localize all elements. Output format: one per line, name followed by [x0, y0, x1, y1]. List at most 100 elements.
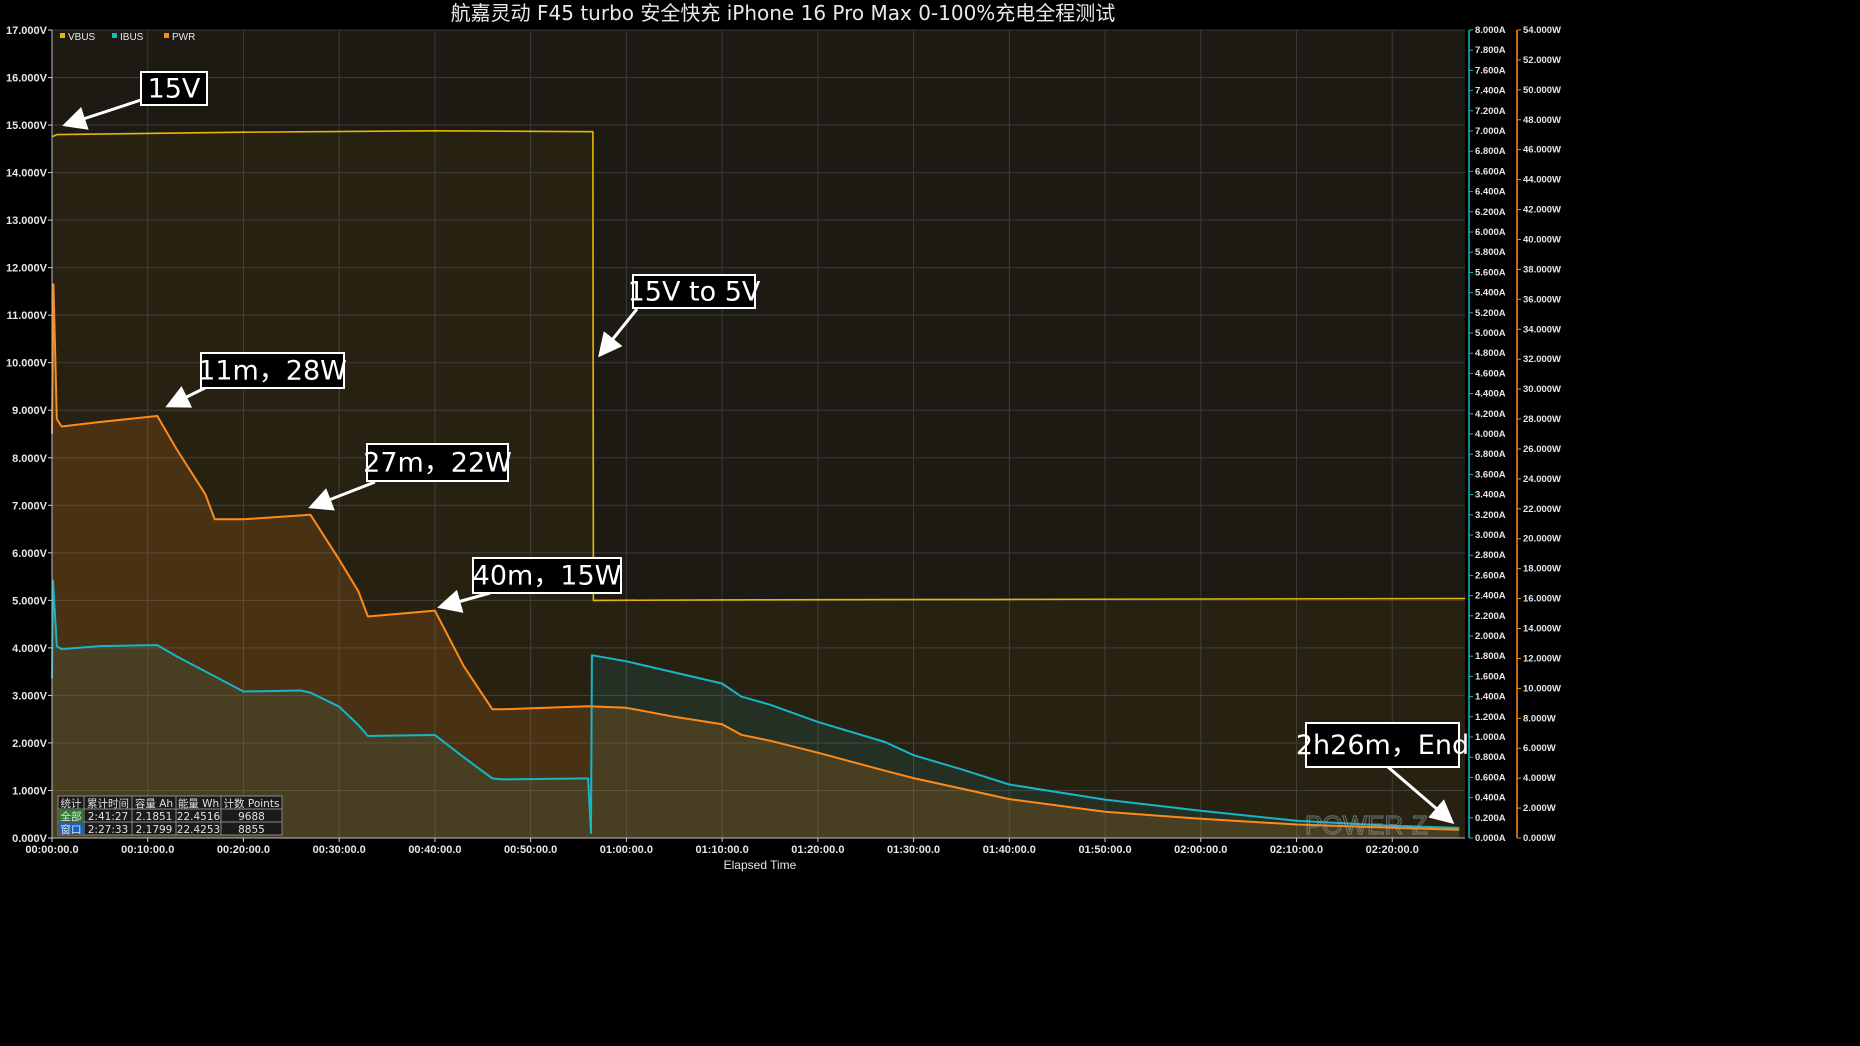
- y-right-current-tick-label: 7.200A: [1475, 106, 1506, 117]
- y-right-current-tick-label: 6.200A: [1475, 207, 1506, 218]
- x-tick-label: 00:50:00.0: [504, 844, 557, 856]
- y-right-current-tick-label: 5.400A: [1475, 288, 1506, 299]
- x-tick-label: 01:10:00.0: [696, 844, 749, 856]
- x-tick-label: 01:30:00.0: [887, 844, 940, 856]
- stats-cell: 8855: [238, 824, 265, 836]
- stats-header-cell: 计数 Points: [224, 797, 280, 810]
- annotation-label: 40m，15W: [473, 561, 622, 592]
- y-right-power-tick-label: 34.000W: [1523, 324, 1561, 335]
- y-right-power-tick-label: 14.000W: [1523, 624, 1561, 635]
- y-right-current-tick-label: 2.000A: [1475, 631, 1506, 642]
- legend-swatch-ibus: [112, 33, 117, 38]
- y-right-power-tick-label: 38.000W: [1523, 264, 1561, 275]
- y-right-current-tick-label: 6.000A: [1475, 227, 1506, 238]
- y-right-current-tick-label: 7.600A: [1475, 65, 1506, 76]
- y-left-tick-label: 1.000V: [12, 785, 48, 797]
- stats-cell: 9688: [238, 811, 265, 823]
- legend-label-ibus: IBUS: [120, 32, 144, 43]
- y-left-tick-label: 9.000V: [12, 405, 48, 417]
- y-right-power-tick-label: 44.000W: [1523, 175, 1561, 186]
- y-left-tick-label: 17.000V: [6, 25, 48, 37]
- y-left-tick-label: 15.000V: [6, 120, 48, 132]
- y-right-power-tick-label: 52.000W: [1523, 55, 1561, 66]
- y-right-current-tick-label: 0.600A: [1475, 772, 1506, 783]
- y-right-current-tick-label: 4.000A: [1475, 429, 1506, 440]
- legend-label-vbus: VBUS: [68, 32, 96, 43]
- y-left-tick-label: 13.000V: [6, 215, 48, 227]
- y-right-power-tick-label: 50.000W: [1523, 85, 1561, 96]
- y-right-current-tick-label: 4.200A: [1475, 409, 1506, 420]
- watermark-logo: POWER-Z: [1305, 810, 1428, 840]
- y-right-current-tick-label: 4.600A: [1475, 368, 1506, 379]
- y-right-current-tick-label: 2.800A: [1475, 550, 1506, 561]
- y-right-current-tick-label: 0.800A: [1475, 752, 1506, 763]
- annotation-label: 11m，28W: [198, 356, 347, 387]
- y-right-power-tick-label: 46.000W: [1523, 145, 1561, 156]
- y-right-power-tick-label: 20.000W: [1523, 534, 1561, 545]
- y-right-current-tick-label: 3.600A: [1475, 469, 1506, 480]
- y-left-tick-label: 5.000V: [12, 595, 48, 607]
- stats-cell: 2:27:33: [88, 824, 128, 836]
- y-right-current-tick-label: 8.000A: [1475, 25, 1506, 36]
- y-right-current-tick-label: 3.000A: [1475, 530, 1506, 541]
- annotation-label: 15V to 5V: [628, 277, 761, 308]
- y-right-power-tick-label: 18.000W: [1523, 564, 1561, 575]
- y-right-current-tick-label: 1.600A: [1475, 671, 1506, 682]
- y-right-power-tick-label: 8.000W: [1523, 713, 1556, 724]
- y-right-power-tick-label: 48.000W: [1523, 115, 1561, 126]
- y-right-power-tick-label: 2.000W: [1523, 803, 1556, 814]
- chart-svg: 0.000V1.000V2.000V3.000V4.000V5.000V6.00…: [0, 0, 1860, 1046]
- y-right-power-tick-label: 24.000W: [1523, 474, 1561, 485]
- y-right-current-tick-label: 7.800A: [1475, 45, 1506, 56]
- y-right-current-tick-label: 0.200A: [1475, 813, 1506, 824]
- y-right-power-tick-label: 12.000W: [1523, 653, 1561, 664]
- y-right-current-tick-label: 3.400A: [1475, 490, 1506, 501]
- y-right-power-tick-label: 40.000W: [1523, 234, 1561, 245]
- stats-cell: 2.1799: [136, 824, 173, 836]
- legend-swatch-vbus: [60, 33, 65, 38]
- y-right-current-tick-label: 6.800A: [1475, 146, 1506, 157]
- y-right-power-tick-label: 0.000W: [1523, 833, 1556, 844]
- y-right-current-tick-label: 5.200A: [1475, 308, 1506, 319]
- legend-swatch-pwr: [164, 33, 169, 38]
- y-left-tick-label: 11.000V: [7, 310, 48, 322]
- stats-cell: 22.4516: [177, 811, 221, 823]
- y-right-current-tick-label: 2.200A: [1475, 611, 1506, 622]
- y-right-power-tick-label: 22.000W: [1523, 504, 1561, 515]
- y-right-power-tick-label: 54.000W: [1523, 25, 1561, 36]
- y-right-current-tick-label: 0.000A: [1475, 833, 1506, 844]
- stats-cell: 窗口: [61, 823, 82, 836]
- y-right-current-tick-label: 4.800A: [1475, 348, 1506, 359]
- y-right-power-tick-label: 42.000W: [1523, 205, 1561, 216]
- stats-header-cell: 能量 Wh: [178, 797, 219, 810]
- chart-title: 航嘉灵动 F45 turbo 安全快充 iPhone 16 Pro Max 0-…: [451, 1, 1116, 25]
- annotation-label: 2h26m，End: [1296, 730, 1469, 761]
- x-tick-label: 00:00:00.0: [25, 844, 78, 856]
- y-right-power-tick-label: 28.000W: [1523, 414, 1561, 425]
- y-right-power-tick-label: 6.000W: [1523, 743, 1556, 754]
- y-right-current-tick-label: 6.400A: [1475, 187, 1506, 198]
- y-right-current-tick-label: 3.200A: [1475, 510, 1506, 521]
- x-tick-label: 01:20:00.0: [791, 844, 844, 856]
- y-left-tick-label: 16.000V: [6, 73, 48, 85]
- y-right-current-tick-label: 6.600A: [1475, 166, 1506, 177]
- x-tick-label: 01:50:00.0: [1078, 844, 1131, 856]
- y-right-power-tick-label: 16.000W: [1523, 594, 1561, 605]
- x-tick-label: 02:00:00.0: [1174, 844, 1227, 856]
- stats-header-cell: 累计时间: [87, 797, 129, 810]
- x-tick-label: 00:30:00.0: [313, 844, 366, 856]
- x-tick-label: 00:10:00.0: [121, 844, 174, 856]
- y-left-tick-label: 8.000V: [12, 453, 48, 465]
- y-right-current-tick-label: 5.600A: [1475, 267, 1506, 278]
- stats-cell: 2:41:27: [88, 811, 128, 823]
- stats-cell: 全部: [61, 810, 82, 823]
- y-right-current-tick-label: 7.400A: [1475, 86, 1506, 97]
- y-left-tick-label: 6.000V: [12, 548, 48, 560]
- y-left-tick-label: 2.000V: [12, 738, 48, 750]
- y-right-current-tick-label: 2.600A: [1475, 570, 1506, 581]
- y-right-current-tick-label: 4.400A: [1475, 389, 1506, 400]
- y-right-current-tick-label: 1.000A: [1475, 732, 1506, 743]
- y-right-current-tick-label: 1.800A: [1475, 651, 1506, 662]
- y-left-tick-label: 7.000V: [12, 500, 48, 512]
- x-tick-label: 00:20:00.0: [217, 844, 270, 856]
